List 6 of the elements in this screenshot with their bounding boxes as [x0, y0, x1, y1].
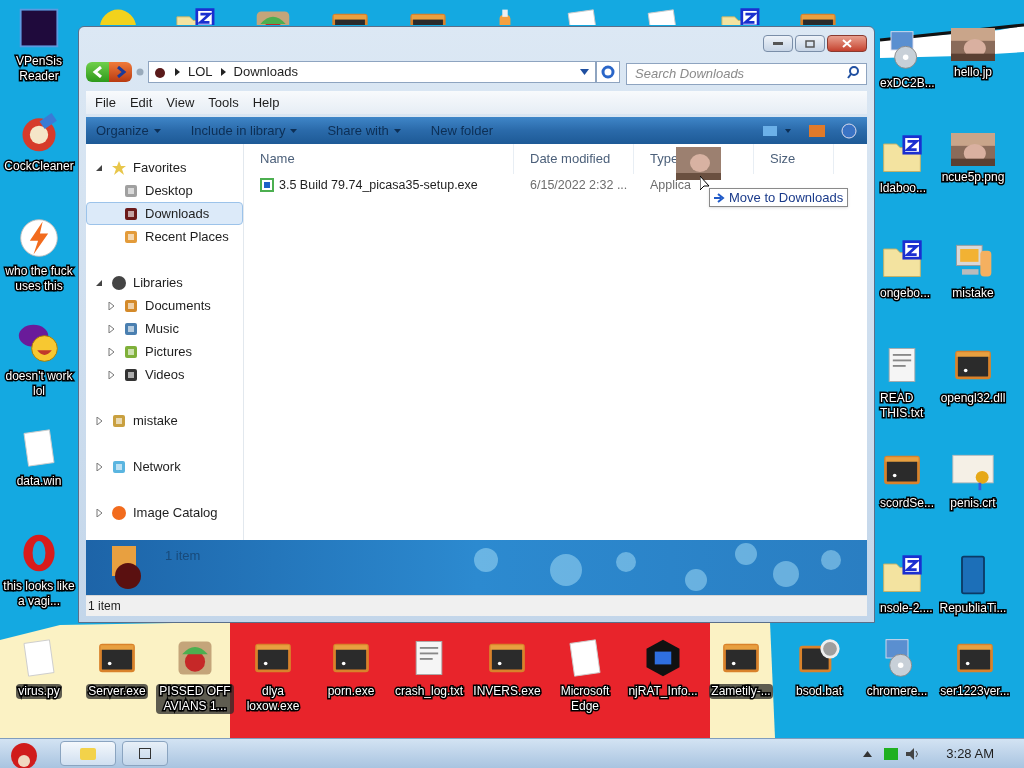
volume-icon[interactable] — [906, 747, 921, 760]
clock[interactable]: 3:28 AM — [946, 743, 994, 764]
folder-icon — [80, 747, 96, 760]
taskbar-button[interactable] — [122, 741, 168, 766]
show-hidden-icons-icon[interactable] — [863, 750, 873, 757]
window-icon — [139, 748, 151, 759]
